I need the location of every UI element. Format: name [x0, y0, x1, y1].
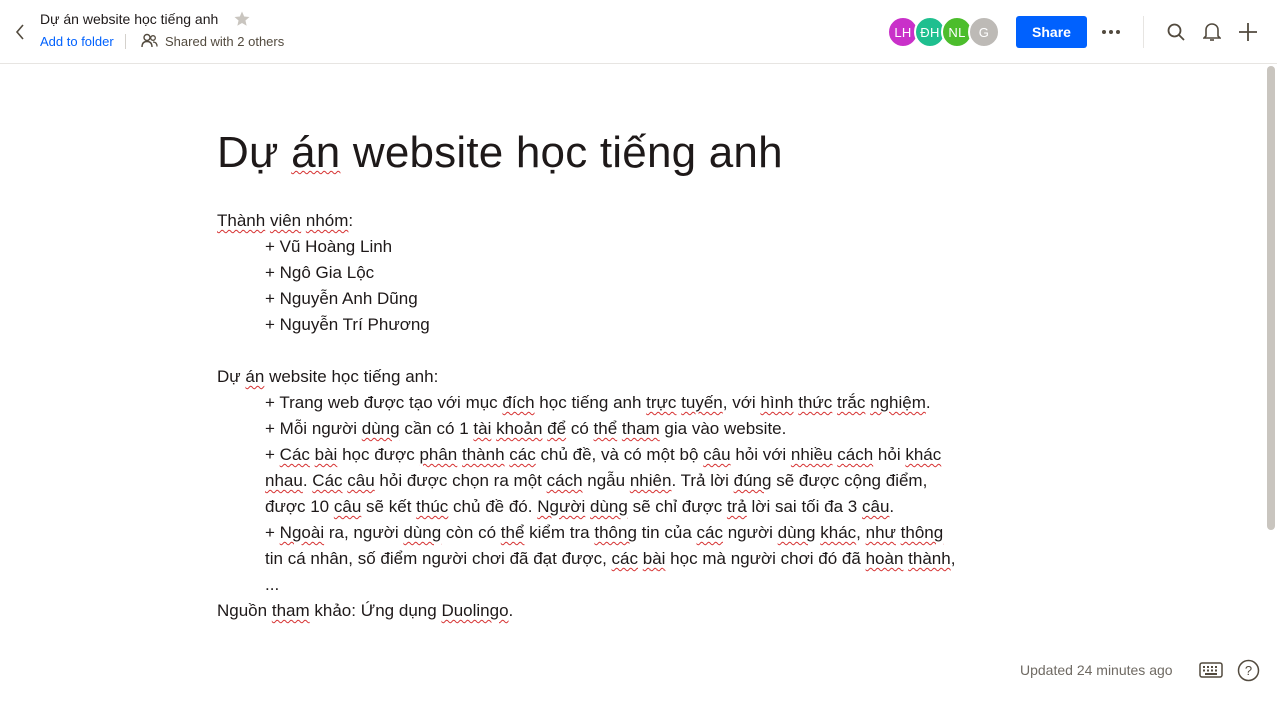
list-item[interactable]: + Vũ Hoàng Linh: [265, 234, 392, 260]
more-icon[interactable]: [1099, 22, 1123, 42]
people-icon: [141, 33, 158, 49]
plus-icon[interactable]: [1236, 20, 1260, 44]
doc-title[interactable]: Dự án website học tiếng anh: [40, 11, 218, 27]
divider: [125, 34, 126, 49]
bell-icon[interactable]: [1200, 20, 1224, 44]
star-icon[interactable]: [233, 10, 251, 28]
list-item[interactable]: + Ngoài ra, người dùng còn có thể kiểm t…: [265, 520, 943, 546]
shared-with-text[interactable]: Shared with 2 others: [165, 34, 284, 49]
add-to-folder-link[interactable]: Add to folder: [40, 34, 114, 49]
members-title[interactable]: Thành viên nhóm:: [217, 208, 353, 234]
divider: [1143, 16, 1144, 48]
source-line[interactable]: Nguồn tham khảo: Ứng dụng Duolingo.: [217, 598, 513, 624]
list-item[interactable]: tin cá nhân, số điểm người chơi đã đạt đ…: [265, 546, 955, 572]
back-arrow-icon[interactable]: [9, 20, 31, 44]
list-item[interactable]: được 10 câu sẽ kết thúc chủ đề đó. Người…: [265, 494, 894, 520]
list-item[interactable]: + Ngô Gia Lộc: [265, 260, 374, 286]
avatar[interactable]: G: [968, 16, 1000, 48]
help-icon[interactable]: ?: [1237, 659, 1260, 682]
list-item[interactable]: + Mỗi người dùng cần có 1 tài khoản để c…: [265, 416, 786, 442]
list-item[interactable]: nhau. Các câu hỏi được chọn ra một cách …: [265, 468, 927, 494]
search-icon[interactable]: [1164, 20, 1188, 44]
list-item[interactable]: + Nguyễn Trí Phương: [265, 312, 430, 338]
top-bar: Dự án website học tiếng anh Add to folde…: [0, 0, 1277, 64]
project-title[interactable]: Dự án website học tiếng anh:: [217, 364, 438, 390]
scrollbar[interactable]: [1267, 66, 1275, 530]
list-item[interactable]: + Nguyễn Anh Dũng: [265, 286, 418, 312]
list-item[interactable]: ...: [265, 572, 279, 598]
list-item[interactable]: + Các bài học được phân thành các chủ đề…: [265, 442, 941, 468]
share-button[interactable]: Share: [1016, 16, 1087, 48]
updated-timestamp: Updated 24 minutes ago: [1020, 662, 1173, 678]
keyboard-icon[interactable]: [1199, 660, 1223, 680]
list-item[interactable]: + Trang web được tạo với mục đích học ti…: [265, 390, 931, 416]
document-heading[interactable]: Dự án website học tiếng anh: [217, 128, 783, 178]
svg-text:?: ?: [1245, 663, 1252, 678]
